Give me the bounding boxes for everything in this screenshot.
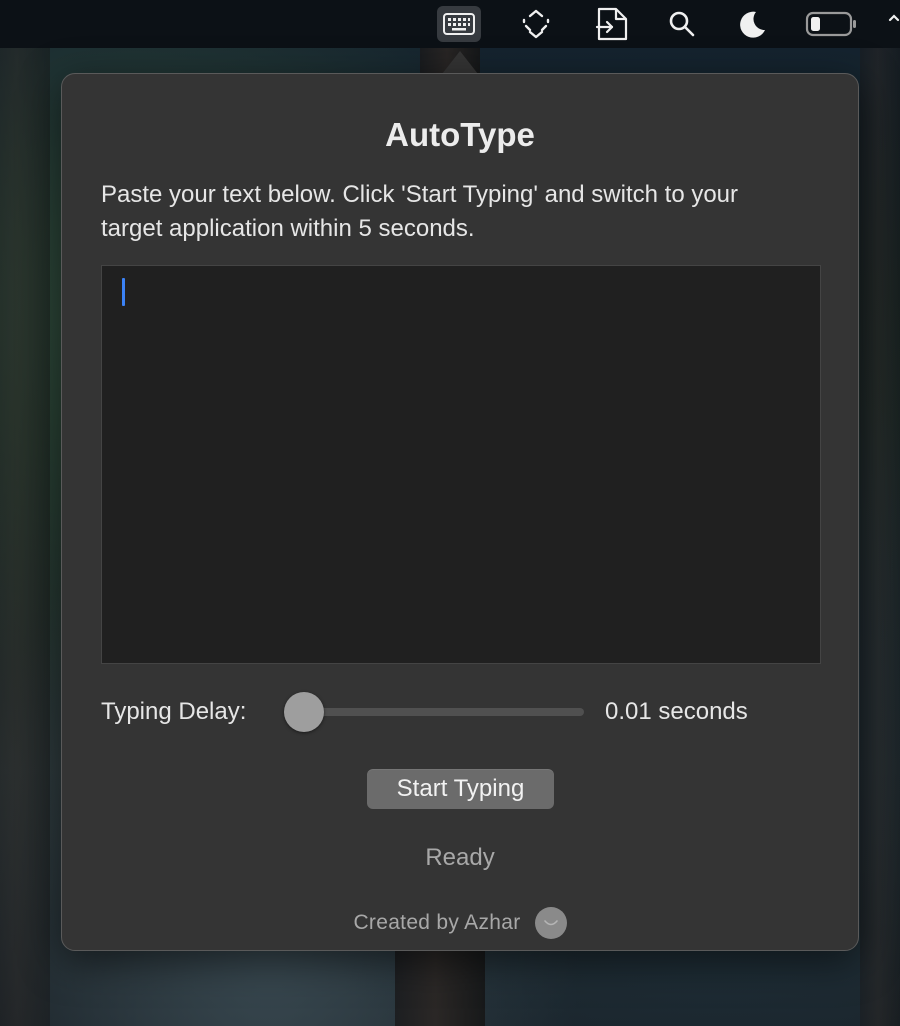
keyboard-icon[interactable] — [437, 6, 481, 42]
app-title: AutoType — [385, 116, 535, 153]
status-text: Ready — [425, 844, 495, 871]
start-typing-button[interactable]: Start Typing — [367, 769, 554, 809]
typing-delay-slider[interactable] — [284, 692, 584, 732]
partial-icon[interactable] — [888, 12, 900, 32]
search-icon[interactable] — [666, 6, 698, 42]
battery-icon[interactable] — [804, 6, 860, 42]
instructions-text: Paste your text below. Click 'Start Typi… — [101, 181, 739, 242]
credit-text: Created by Azhar — [353, 911, 521, 934]
slider-track[interactable] — [284, 708, 584, 716]
smile-icon — [534, 907, 567, 939]
typing-delay-label: Typing Delay: — [101, 698, 247, 725]
scan-frame-icon[interactable] — [518, 6, 554, 42]
document-export-icon[interactable] — [592, 6, 632, 42]
text-caret — [122, 278, 125, 306]
slider-thumb[interactable] — [284, 692, 324, 732]
typing-delay-value: 0.01 seconds — [605, 698, 748, 725]
menu-bar — [0, 0, 900, 48]
moon-icon[interactable] — [734, 6, 770, 42]
text-input-area[interactable] — [101, 265, 821, 664]
popover-arrow — [442, 51, 478, 74]
credit-row: Created by Azhar — [62, 907, 858, 939]
autotype-popover: AutoType Paste your text below. Click 'S… — [61, 73, 859, 951]
